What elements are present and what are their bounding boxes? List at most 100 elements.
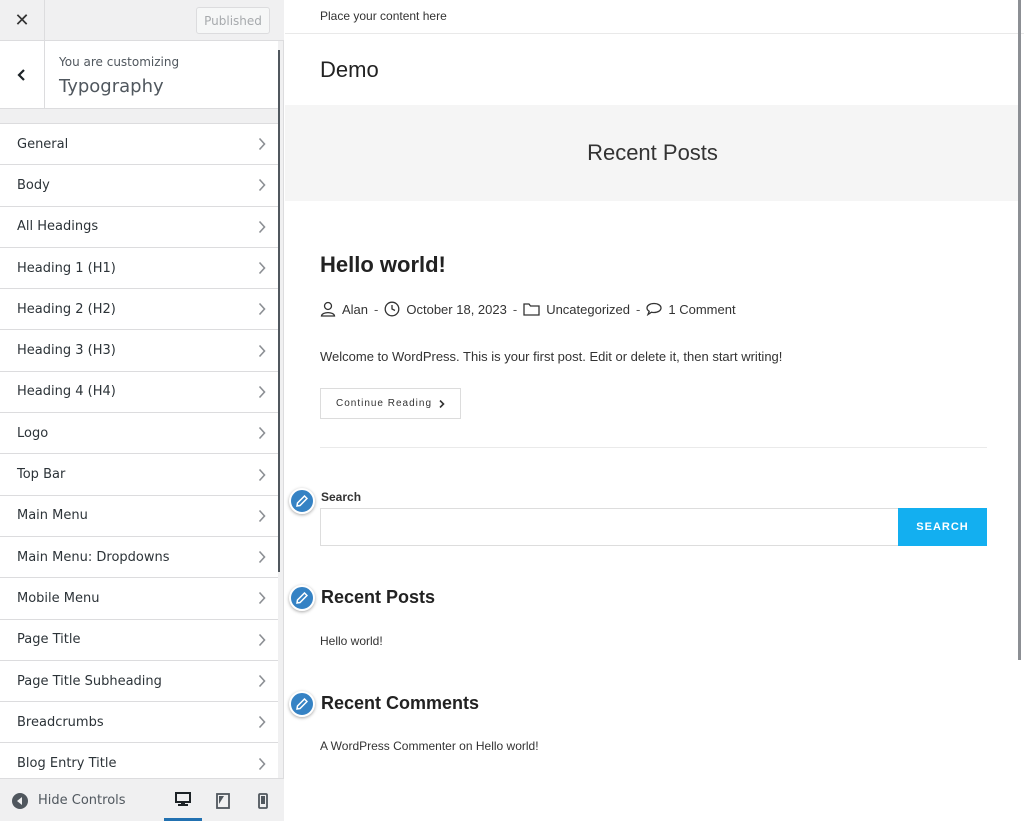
comment-post-link[interactable]: Hello world! [476, 739, 539, 753]
post-category: Uncategorized [546, 301, 631, 317]
comment-icon [646, 302, 663, 316]
page-header: Recent Posts [285, 105, 1020, 201]
close-icon: ✕ [14, 10, 30, 31]
tablet-icon [216, 792, 230, 809]
post-author: Alan [342, 301, 369, 317]
chevron-right-icon [258, 179, 266, 192]
chevron-right-icon [258, 674, 266, 688]
commenter-name[interactable]: A WordPress Commenter [320, 739, 456, 753]
post-date: October 18, 2023 [406, 301, 507, 317]
search-widget-label: Search [321, 490, 362, 504]
menu-item-logo[interactable]: Logo [0, 413, 278, 455]
recent-posts-widget-title: Recent Posts [321, 587, 436, 607]
post-title[interactable]: Hello world! [320, 252, 446, 278]
recent-post-link[interactable]: Hello world! [320, 634, 383, 648]
mobile-icon [258, 792, 268, 809]
post-meta: Alan - October 18, 2023 - Uncategorized … [320, 299, 736, 319]
edit-recent-posts-widget-button[interactable] [289, 585, 315, 611]
edit-search-widget-button[interactable] [289, 488, 315, 514]
edit-recent-comments-widget-button[interactable] [289, 691, 315, 717]
menu-item-heading-2[interactable]: Heading 2 (H2) [0, 289, 278, 331]
menu-item-label: Page Title Subheading [17, 673, 162, 689]
search-input[interactable] [320, 508, 898, 546]
menu-item-blog-entry-title[interactable]: Blog Entry Title [0, 743, 278, 778]
comment-connector: on [459, 739, 473, 753]
customizer-header: ✕ Published [0, 0, 284, 41]
preview-desktop-button[interactable] [164, 779, 202, 821]
pencil-icon [296, 592, 308, 604]
menu-item-heading-1[interactable]: Heading 1 (H1) [0, 247, 278, 290]
chevron-right-icon [258, 592, 266, 605]
search-button[interactable]: SEARCH [898, 508, 987, 546]
menu-item-page-title-subheading[interactable]: Page Title Subheading [0, 660, 278, 703]
menu-item-label: Breadcrumbs [17, 714, 104, 730]
post-divider [320, 447, 987, 448]
user-icon [320, 301, 336, 317]
post-excerpt: Welcome to WordPress. This is your first… [320, 349, 783, 364]
customizing-label: You are customizing [59, 55, 180, 69]
site-title[interactable]: Demo [320, 57, 379, 83]
chevron-right-icon [439, 399, 445, 408]
sidebar-scrollbar[interactable] [278, 50, 280, 572]
preview-tablet-button[interactable] [204, 779, 242, 821]
menu-item-main-menu-dropdowns[interactable]: Main Menu: Dropdowns [0, 536, 278, 579]
chevron-right-icon [258, 261, 266, 275]
chevron-left-icon [17, 69, 25, 81]
page-title: Recent Posts [587, 140, 718, 165]
chevron-right-icon [258, 138, 266, 151]
menu-item-label: Body [17, 177, 50, 193]
recent-comments-widget-title: Recent Comments [321, 693, 480, 713]
menu-item-label: Blog Entry Title [17, 756, 117, 772]
chevron-right-icon [258, 716, 266, 729]
post-comments: 1 Comment [668, 301, 736, 317]
chevron-right-icon [258, 633, 266, 646]
menu-item-label: Heading 2 (H2) [17, 301, 116, 317]
top-bar-text: Place your content here [320, 9, 447, 23]
menu-item-main-menu[interactable]: Main Menu [0, 495, 278, 537]
menu-item-all-headings[interactable]: All Headings [0, 206, 278, 248]
menu-item-heading-4[interactable]: Heading 4 (H4) [0, 371, 278, 414]
preview-scrollbar[interactable] [1018, 0, 1021, 660]
typography-menu: General Body All Headings Heading 1 (H1) Hea… [0, 123, 278, 778]
menu-item-body[interactable]: Body [0, 165, 278, 207]
desktop-icon [175, 791, 191, 806]
menu-item-label: All Headings [17, 219, 99, 235]
close-customizer-button[interactable]: ✕ [0, 0, 45, 41]
continue-reading-label: Continue Reading [335, 398, 433, 409]
meta-category[interactable]: Uncategorized [523, 302, 630, 317]
section-header: You are customizing Typography [0, 41, 278, 109]
meta-separator: - [512, 301, 518, 317]
site-preview: Place your content here Demo Recent Post… [285, 0, 1024, 821]
chevron-right-icon [258, 427, 266, 440]
menu-item-breadcrumbs[interactable]: Breadcrumbs [0, 702, 278, 744]
preview-mobile-button[interactable] [244, 779, 282, 821]
customizer-footer: Hide Controls [0, 778, 284, 821]
hide-controls-label: Hide Controls [38, 793, 126, 808]
publish-button[interactable]: Published [196, 7, 270, 34]
chevron-right-icon [258, 220, 266, 233]
menu-item-heading-3[interactable]: Heading 3 (H3) [0, 330, 278, 372]
chevron-right-icon [258, 468, 266, 481]
menu-item-mobile-menu[interactable]: Mobile Menu [0, 578, 278, 620]
menu-item-label: Heading 4 (H4) [17, 384, 116, 400]
menu-item-label: Logo [17, 425, 49, 441]
hide-controls-button[interactable]: Hide Controls [12, 779, 126, 821]
clock-icon [384, 301, 400, 317]
chevron-right-icon [258, 344, 266, 357]
menu-item-page-title[interactable]: Page Title [0, 619, 278, 661]
chevron-right-icon [258, 757, 266, 770]
menu-item-label: General [17, 136, 69, 152]
meta-author[interactable]: Alan [320, 301, 368, 317]
continue-reading-button[interactable]: Continue Reading [320, 388, 461, 419]
back-button[interactable] [0, 41, 45, 109]
chevron-right-icon [258, 509, 266, 522]
menu-item-top-bar[interactable]: Top Bar [0, 454, 278, 496]
menu-item-general[interactable]: General [0, 124, 278, 166]
customizer-sidebar: ✕ Published You are customizing Typograp… [0, 0, 284, 821]
top-bar: Place your content here [285, 0, 1024, 34]
folder-icon [523, 303, 540, 316]
chevron-right-icon [258, 303, 266, 316]
meta-comments[interactable]: 1 Comment [646, 301, 736, 317]
chevron-right-icon [258, 385, 266, 398]
pencil-icon [296, 495, 308, 507]
